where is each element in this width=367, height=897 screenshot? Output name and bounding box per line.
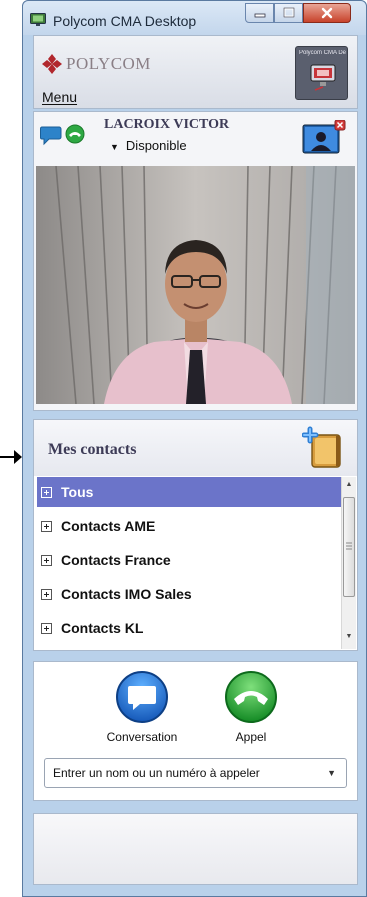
contact-group-label: Contacts KL bbox=[61, 620, 144, 636]
presence-status-dropdown[interactable]: ▼ Disponible bbox=[110, 138, 187, 153]
polycom-logo-icon bbox=[42, 54, 62, 74]
expand-plus-icon[interactable] bbox=[41, 588, 52, 600]
self-view-toggle-button[interactable] bbox=[302, 119, 346, 156]
conversation-bubble-icon bbox=[116, 671, 168, 723]
scroll-down-arrow-icon[interactable]: ▼ bbox=[342, 633, 356, 640]
contact-group-label: Contacts IMO Sales bbox=[61, 586, 192, 602]
thumbnail-label: Polycom CMA Desktop bbox=[299, 50, 346, 56]
title-bar[interactable]: Polycom CMA Desktop bbox=[23, 1, 366, 35]
caret-down-icon: ▼ bbox=[110, 142, 119, 152]
footer-panel bbox=[33, 813, 358, 885]
contact-group-imo-sales[interactable]: Contacts IMO Sales bbox=[37, 579, 342, 609]
self-view-icon bbox=[302, 119, 346, 154]
presence-status-label: Disponible bbox=[125, 138, 187, 153]
contact-group-france[interactable]: Contacts France bbox=[37, 545, 342, 575]
call-panel: Conversation Appel Entrer un nom ou un n… bbox=[33, 661, 358, 801]
self-video-preview bbox=[36, 166, 355, 404]
contact-group-tous[interactable]: Tous bbox=[37, 477, 342, 507]
contacts-scrollbar[interactable]: ▲ ▼ bbox=[341, 477, 356, 649]
phone-status-icon bbox=[65, 124, 85, 144]
conversation-label: Conversation bbox=[106, 730, 178, 744]
expand-plus-icon[interactable] bbox=[41, 520, 52, 532]
user-panel: LACROIX VICTOR ▼ Disponible bbox=[33, 111, 358, 411]
logo-text: POLYCOM bbox=[66, 54, 151, 73]
app-header: POLYCOM Menu Polycom CMA Desktop bbox=[33, 35, 358, 109]
contact-group-kl[interactable]: Contacts KL bbox=[37, 613, 342, 643]
close-icon bbox=[321, 7, 333, 19]
polycom-logo: POLYCOM bbox=[42, 54, 151, 74]
address-book-add-icon bbox=[301, 426, 341, 468]
call-phone-icon bbox=[225, 671, 277, 723]
scroll-thumb[interactable] bbox=[343, 497, 355, 597]
cma-desktop-thumbnail[interactable]: Polycom CMA Desktop bbox=[295, 46, 348, 100]
scroll-up-arrow-icon[interactable]: ▲ bbox=[342, 481, 356, 488]
app-window: Polycom CMA Desktop POLYCOM Menu Polycom… bbox=[22, 0, 367, 897]
contact-group-ame[interactable]: Contacts AME bbox=[37, 511, 342, 541]
conversation-button[interactable]: Conversation bbox=[102, 670, 182, 746]
minimize-button[interactable] bbox=[245, 3, 274, 23]
menu-button[interactable]: Menu bbox=[42, 89, 77, 105]
app-monitor-icon bbox=[30, 13, 46, 26]
contacts-title: Mes contacts bbox=[48, 441, 137, 458]
expand-plus-icon[interactable] bbox=[41, 622, 52, 634]
video-person-image bbox=[36, 166, 355, 404]
appel-label: Appel bbox=[235, 730, 267, 744]
close-button[interactable] bbox=[303, 3, 351, 23]
appel-button[interactable]: Appel bbox=[211, 670, 291, 746]
chat-status-icon bbox=[40, 126, 62, 146]
pointer-arrow-icon bbox=[0, 450, 22, 464]
contact-group-label: Contacts AME bbox=[61, 518, 156, 534]
dial-input[interactable]: Entrer un nom ou un numéro à appeler bbox=[53, 766, 327, 780]
contact-group-label: Contacts France bbox=[61, 552, 171, 568]
add-contact-button[interactable] bbox=[301, 426, 346, 470]
contacts-panel: Mes contacts Tous Contacts AME Contacts … bbox=[33, 419, 358, 651]
expand-plus-icon[interactable] bbox=[41, 554, 52, 566]
dropdown-caret-icon[interactable]: ▼ bbox=[327, 768, 336, 778]
contacts-header: Mes contacts bbox=[34, 420, 357, 476]
window-title: Polycom CMA Desktop bbox=[53, 13, 197, 29]
maximize-button[interactable] bbox=[274, 3, 303, 23]
scroll-grip-icon bbox=[346, 542, 352, 550]
monitor-icon bbox=[310, 64, 336, 91]
contacts-list[interactable]: Tous Contacts AME Contacts France Contac… bbox=[37, 477, 342, 649]
maximize-icon bbox=[283, 7, 294, 18]
contact-group-label: Tous bbox=[61, 484, 94, 500]
user-name: LACROIX VICTOR bbox=[104, 117, 230, 132]
minimize-icon bbox=[254, 13, 265, 18]
expand-plus-icon[interactable] bbox=[41, 486, 52, 498]
dial-combobox[interactable]: Entrer un nom ou un numéro à appeler ▼ bbox=[44, 758, 347, 788]
